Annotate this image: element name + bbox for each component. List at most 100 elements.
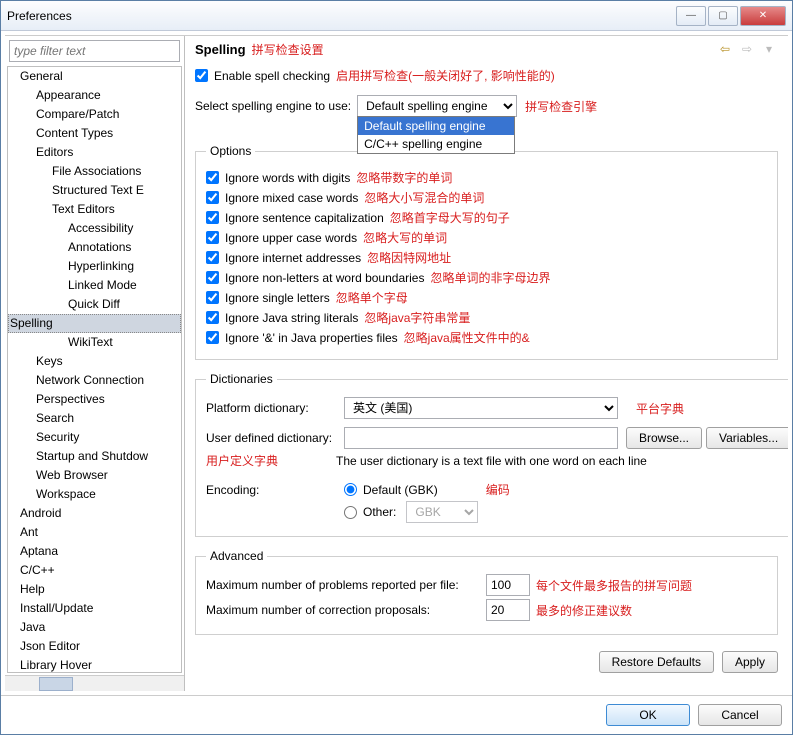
- restore-defaults-button[interactable]: Restore Defaults: [599, 651, 714, 673]
- engine-option-cpp[interactable]: C/C++ spelling engine: [358, 135, 514, 153]
- variables-button[interactable]: Variables...: [706, 427, 788, 449]
- option-label: Ignore single letters: [225, 291, 330, 305]
- tree-item[interactable]: Json Editor: [8, 637, 181, 656]
- tree-item[interactable]: Aptana: [8, 542, 181, 561]
- tree-item[interactable]: Text Editors: [8, 200, 181, 219]
- option-label: Ignore mixed case words: [225, 191, 358, 205]
- option-checkbox[interactable]: [206, 211, 219, 224]
- max-problems-label: Maximum number of problems reported per …: [206, 578, 486, 592]
- ok-button[interactable]: OK: [606, 704, 690, 726]
- titlebar[interactable]: Preferences — ▢ ✕: [1, 1, 792, 31]
- option-annotation: 忽略首字母大写的句子: [390, 209, 510, 226]
- tree-item[interactable]: Search: [8, 409, 181, 428]
- tree-item[interactable]: Startup and Shutdow: [8, 447, 181, 466]
- option-checkbox[interactable]: [206, 251, 219, 264]
- max-proposals-input[interactable]: [486, 599, 530, 621]
- tree-item[interactable]: Compare/Patch: [8, 105, 181, 124]
- options-group: Options Ignore words with digits 忽略带数字的单词…: [195, 144, 778, 360]
- tree-item[interactable]: Security: [8, 428, 181, 447]
- option-annotation: 忽略单个字母: [336, 289, 408, 306]
- tree-item[interactable]: WikiText: [8, 333, 181, 352]
- max-problems-input[interactable]: [486, 574, 530, 596]
- horizontal-scrollbar[interactable]: [5, 675, 184, 691]
- option-checkbox[interactable]: [206, 191, 219, 204]
- close-button[interactable]: ✕: [740, 6, 786, 26]
- browse-button[interactable]: Browse...: [626, 427, 702, 449]
- encoding-other-select[interactable]: GBK: [406, 501, 478, 523]
- minimize-button[interactable]: —: [676, 6, 706, 26]
- options-legend: Options: [206, 144, 255, 158]
- enable-spell-label: Enable spell checking: [214, 69, 330, 83]
- user-dict-annotation: 用户定义字典: [206, 452, 278, 469]
- tree-item[interactable]: Hyperlinking: [8, 257, 181, 276]
- tree-item[interactable]: Linked Mode: [8, 276, 181, 295]
- option-checkbox[interactable]: [206, 311, 219, 324]
- tree-item[interactable]: Content Types: [8, 124, 181, 143]
- user-dict-input[interactable]: [344, 427, 618, 449]
- back-icon[interactable]: ⇦: [716, 40, 734, 58]
- encoding-other-radio[interactable]: [344, 506, 357, 519]
- tree-item[interactable]: Android: [8, 504, 181, 523]
- option-label: Ignore internet addresses: [225, 251, 361, 265]
- tree-item[interactable]: Accessibility: [8, 219, 181, 238]
- tree-item[interactable]: Workspace: [8, 485, 181, 504]
- tree-item[interactable]: Web Browser: [8, 466, 181, 485]
- tree-item[interactable]: Perspectives: [8, 390, 181, 409]
- tree-item[interactable]: Structured Text E: [8, 181, 181, 200]
- tree-item[interactable]: Keys: [8, 352, 181, 371]
- tree-item[interactable]: General: [8, 67, 181, 86]
- user-dict-label: User defined dictionary:: [206, 431, 344, 445]
- preferences-tree[interactable]: GeneralAppearanceCompare/PatchContent Ty…: [7, 66, 182, 673]
- encoding-other-label: Other:: [363, 505, 396, 519]
- advanced-group: Advanced Maximum number of problems repo…: [195, 549, 778, 635]
- page-title: Spelling: [195, 42, 246, 57]
- option-label: Ignore words with digits: [225, 171, 350, 185]
- option-checkbox[interactable]: [206, 331, 219, 344]
- max-proposals-label: Maximum number of correction proposals:: [206, 603, 486, 617]
- encoding-label: Encoding:: [206, 483, 344, 497]
- tree-item[interactable]: File Associations: [8, 162, 181, 181]
- option-checkbox[interactable]: [206, 291, 219, 304]
- tree-item[interactable]: Spelling: [8, 314, 181, 333]
- option-annotation: 忽略java字符串常量: [364, 309, 470, 326]
- option-annotation: 忽略单词的非字母边界: [430, 269, 550, 286]
- option-checkbox[interactable]: [206, 171, 219, 184]
- dropdown-icon[interactable]: ▾: [760, 40, 778, 58]
- option-annotation: 忽略因特网地址: [367, 249, 451, 266]
- tree-item[interactable]: Network Connection: [8, 371, 181, 390]
- filter-input[interactable]: [9, 40, 180, 62]
- tree-item[interactable]: Ant: [8, 523, 181, 542]
- tree-item[interactable]: Annotations: [8, 238, 181, 257]
- platform-dict-annotation: 平台字典: [636, 400, 684, 417]
- option-label: Ignore upper case words: [225, 231, 357, 245]
- engine-dropdown-list: Default spelling engine C/C++ spelling e…: [357, 116, 515, 154]
- max-problems-annotation: 每个文件最多报告的拼写问题: [536, 577, 692, 594]
- option-checkbox[interactable]: [206, 271, 219, 284]
- apply-button[interactable]: Apply: [722, 651, 778, 673]
- tree-item[interactable]: Help: [8, 580, 181, 599]
- tree-item[interactable]: Appearance: [8, 86, 181, 105]
- option-label: Ignore non-letters at word boundaries: [225, 271, 424, 285]
- engine-label: Select spelling engine to use:: [195, 99, 351, 113]
- option-checkbox[interactable]: [206, 231, 219, 244]
- enable-spell-checkbox[interactable]: [195, 69, 208, 82]
- engine-select[interactable]: Default spelling engine: [357, 95, 517, 117]
- platform-dict-label: Platform dictionary:: [206, 401, 344, 415]
- advanced-legend: Advanced: [206, 549, 267, 563]
- tree-item[interactable]: C/C++: [8, 561, 181, 580]
- tree-item[interactable]: Quick Diff: [8, 295, 181, 314]
- tree-item[interactable]: Editors: [8, 143, 181, 162]
- tree-item[interactable]: Install/Update: [8, 599, 181, 618]
- platform-dict-select[interactable]: 英文 (美国): [344, 397, 618, 419]
- enable-spell-annotation: 启用拼写检查(一般关闭好了, 影响性能的): [336, 67, 555, 84]
- option-annotation: 忽略带数字的单词: [356, 169, 452, 186]
- content-area: Spelling 拼写检查设置 ⇦ ⇨ ▾ Enable spell check…: [185, 36, 788, 691]
- engine-option-default[interactable]: Default spelling engine: [358, 117, 514, 135]
- tree-item[interactable]: Java: [8, 618, 181, 637]
- encoding-default-radio[interactable]: [344, 483, 357, 496]
- cancel-button[interactable]: Cancel: [698, 704, 782, 726]
- maximize-button[interactable]: ▢: [708, 6, 738, 26]
- sidebar: GeneralAppearanceCompare/PatchContent Ty…: [5, 36, 185, 691]
- tree-item[interactable]: Library Hover: [8, 656, 181, 673]
- forward-icon[interactable]: ⇨: [738, 40, 756, 58]
